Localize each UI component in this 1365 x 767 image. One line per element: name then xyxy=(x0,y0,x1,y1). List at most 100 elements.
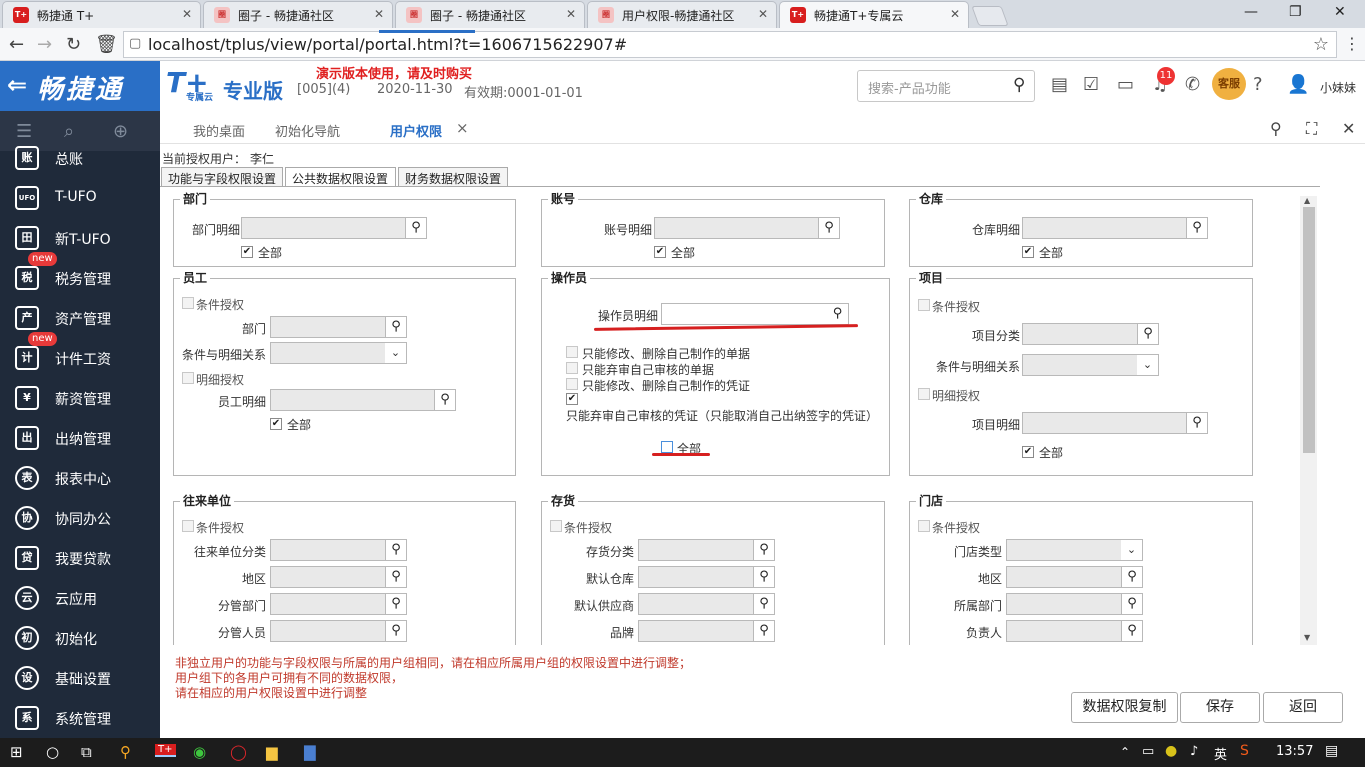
lookup-icon[interactable]: ⚲ xyxy=(405,218,426,238)
sidebar-item-t-ufo[interactable]: UFO T-UFO xyxy=(0,178,160,218)
windows-start-icon[interactable]: ⊞ xyxy=(10,743,23,761)
tray-expand-icon[interactable]: ⌃ xyxy=(1120,745,1130,759)
minimize-icon[interactable]: — xyxy=(1244,4,1258,20)
opt-edit-own-docs-checkbox[interactable] xyxy=(566,346,578,358)
forward-icon[interactable]: → xyxy=(37,34,52,55)
search-input[interactable]: 搜索-产品功能 xyxy=(857,70,1035,102)
employee-all-checkbox[interactable]: ✔ xyxy=(270,418,282,430)
tab-user-permission[interactable]: 用户权限 xyxy=(390,121,442,140)
wechat-icon[interactable]: ◉ xyxy=(193,743,206,761)
close-icon[interactable]: ✕ xyxy=(950,7,960,21)
back-button[interactable]: 返回 xyxy=(1263,692,1343,723)
sidebar-item-assets[interactable]: 产资产管理 xyxy=(0,298,160,338)
lookup-icon[interactable]: ⚲ xyxy=(753,540,774,560)
store-type-select[interactable]: ⌄ xyxy=(1006,539,1143,561)
lookup-icon[interactable]: ⚲ xyxy=(1186,218,1207,238)
account-detail-field[interactable]: ⚲ xyxy=(654,217,840,239)
opt-unaudit-own-docs-checkbox[interactable] xyxy=(566,362,578,374)
star-icon[interactable]: ☆ xyxy=(1313,34,1329,55)
sidebar-item-system[interactable]: 系系统管理 xyxy=(0,698,160,738)
notification-center-icon[interactable]: ▤ xyxy=(1325,743,1338,759)
lookup-icon[interactable]: ⚲ xyxy=(1186,413,1207,433)
project-category-field[interactable]: ⚲ xyxy=(1022,323,1159,345)
employee-dept-field[interactable]: ⚲ xyxy=(270,316,407,338)
project-detail-checkbox[interactable] xyxy=(918,388,930,400)
search-app-icon[interactable]: ⚲ xyxy=(120,743,131,761)
opt-edit-own-vouchers-checkbox[interactable] xyxy=(566,378,578,390)
store-region-field[interactable]: ⚲ xyxy=(1006,566,1143,588)
warehouse-detail-field[interactable]: ⚲ xyxy=(1022,217,1208,239)
partner-region-field[interactable]: ⚲ xyxy=(270,566,407,588)
partner-person-field[interactable]: ⚲ xyxy=(270,620,407,642)
lookup-icon[interactable]: ⚲ xyxy=(1121,567,1142,587)
lookup-icon[interactable]: ⚲ xyxy=(385,567,406,587)
mascot-icon[interactable]: 客服 xyxy=(1212,68,1246,100)
sidebar-item-general-ledger[interactable]: 账总账 xyxy=(0,138,160,178)
sidebar-item-cloud[interactable]: 云云应用 xyxy=(0,578,160,618)
employee-relation-select[interactable]: ⌄ xyxy=(270,342,407,364)
search-icon[interactable]: ⚲ xyxy=(1013,75,1025,95)
copy-permission-button[interactable]: 数据权限复制 xyxy=(1071,692,1178,723)
employee-detail-field[interactable]: ⚲ xyxy=(270,389,456,411)
lookup-icon[interactable]: ⚲ xyxy=(434,390,455,410)
scrollbar-thumb[interactable] xyxy=(1303,207,1315,453)
page-info-icon[interactable]: ▢ xyxy=(129,36,141,51)
sidebar-item-tax[interactable]: 税 new 税务管理 xyxy=(0,252,160,298)
lookup-icon[interactable]: ⚲ xyxy=(827,304,848,324)
employee-detail-checkbox[interactable] xyxy=(182,372,194,384)
sidebar-item-collab[interactable]: 协协同办公 xyxy=(0,498,160,538)
dept-detail-field[interactable]: ⚲ xyxy=(241,217,427,239)
battery-icon[interactable]: ▭ xyxy=(1142,744,1154,759)
browser-tab-4[interactable]: 圈 用户权限-畅捷通社区 ✕ xyxy=(587,1,777,28)
tab-finance-data-permission[interactable]: 财务数据权限设置 xyxy=(398,167,508,186)
lookup-icon[interactable]: ⚲ xyxy=(1121,621,1142,641)
project-detail-field[interactable]: ⚲ xyxy=(1022,412,1208,434)
lookup-icon[interactable]: ⚲ xyxy=(1137,324,1158,344)
scroll-up-icon[interactable]: ▲ xyxy=(1304,196,1310,205)
menu-icon[interactable]: ⋮ xyxy=(1344,34,1360,53)
inventory-brand-field[interactable]: ⚲ xyxy=(638,620,775,642)
browser-tab-2[interactable]: 圈 圈子 - 畅捷通社区 ✕ xyxy=(203,1,393,28)
reload-icon[interactable]: ↻ xyxy=(66,34,81,55)
operator-all-checkbox[interactable] xyxy=(661,441,673,453)
account-all-checkbox[interactable]: ✔ xyxy=(654,246,666,258)
tab-init-nav[interactable]: 初始化导航 xyxy=(275,121,340,140)
demo-notice[interactable]: 演示版本使用，请及时购买 xyxy=(316,63,472,82)
store-manager-field[interactable]: ⚲ xyxy=(1006,620,1143,642)
opera-icon[interactable]: ◯ xyxy=(230,743,247,761)
close-icon[interactable]: ✕ xyxy=(758,7,768,21)
close-icon[interactable]: ✕ xyxy=(566,7,576,21)
close-icon[interactable]: ✕ xyxy=(1342,119,1355,138)
back-arrow-icon[interactable]: ⇐ xyxy=(7,71,27,99)
restore-icon[interactable]: ❐ xyxy=(1289,4,1302,20)
partner-cond-checkbox[interactable] xyxy=(182,520,194,532)
sidebar-item-piece-wage[interactable]: 计 new 计件工资 xyxy=(0,332,160,378)
opt-unaudit-own-vouchers-checkbox[interactable]: ✔ xyxy=(566,393,578,405)
user-icon[interactable]: 👤 xyxy=(1287,74,1309,95)
lookup-icon[interactable]: ⚲ xyxy=(385,540,406,560)
lookup-icon[interactable]: ⚲ xyxy=(753,621,774,641)
operator-detail-field[interactable]: ⚲ xyxy=(661,303,849,325)
lookup-icon[interactable]: ⚲ xyxy=(1121,594,1142,614)
close-icon[interactable]: ✕ xyxy=(182,7,192,21)
tplus-app-icon[interactable]: T+ xyxy=(155,744,176,757)
lookup-icon[interactable]: ⚲ xyxy=(753,567,774,587)
inventory-supplier-field[interactable]: ⚲ xyxy=(638,593,775,615)
inventory-cond-checkbox[interactable] xyxy=(550,520,562,532)
lookup-icon[interactable]: ⚲ xyxy=(818,218,839,238)
chevron-down-icon[interactable]: ⌄ xyxy=(385,343,406,363)
cortana-icon[interactable]: ○ xyxy=(46,743,59,761)
store-cond-checkbox[interactable] xyxy=(918,520,930,532)
sogou-icon[interactable]: S xyxy=(1240,743,1249,759)
employee-cond-checkbox[interactable] xyxy=(182,297,194,309)
tab-function-permission[interactable]: 功能与字段权限设置 xyxy=(161,167,283,186)
phone-icon[interactable]: ✆ xyxy=(1185,74,1200,95)
dept-all-checkbox[interactable]: ✔ xyxy=(241,246,253,258)
search-icon[interactable]: ⚲ xyxy=(1270,119,1282,138)
close-icon[interactable]: ✕ xyxy=(374,7,384,21)
lookup-icon[interactable]: ⚲ xyxy=(385,621,406,641)
inventory-warehouse-field[interactable]: ⚲ xyxy=(638,566,775,588)
warehouse-all-checkbox[interactable]: ✔ xyxy=(1022,246,1034,258)
partner-dept-field[interactable]: ⚲ xyxy=(270,593,407,615)
chevron-down-icon[interactable]: ⌄ xyxy=(1137,355,1158,375)
